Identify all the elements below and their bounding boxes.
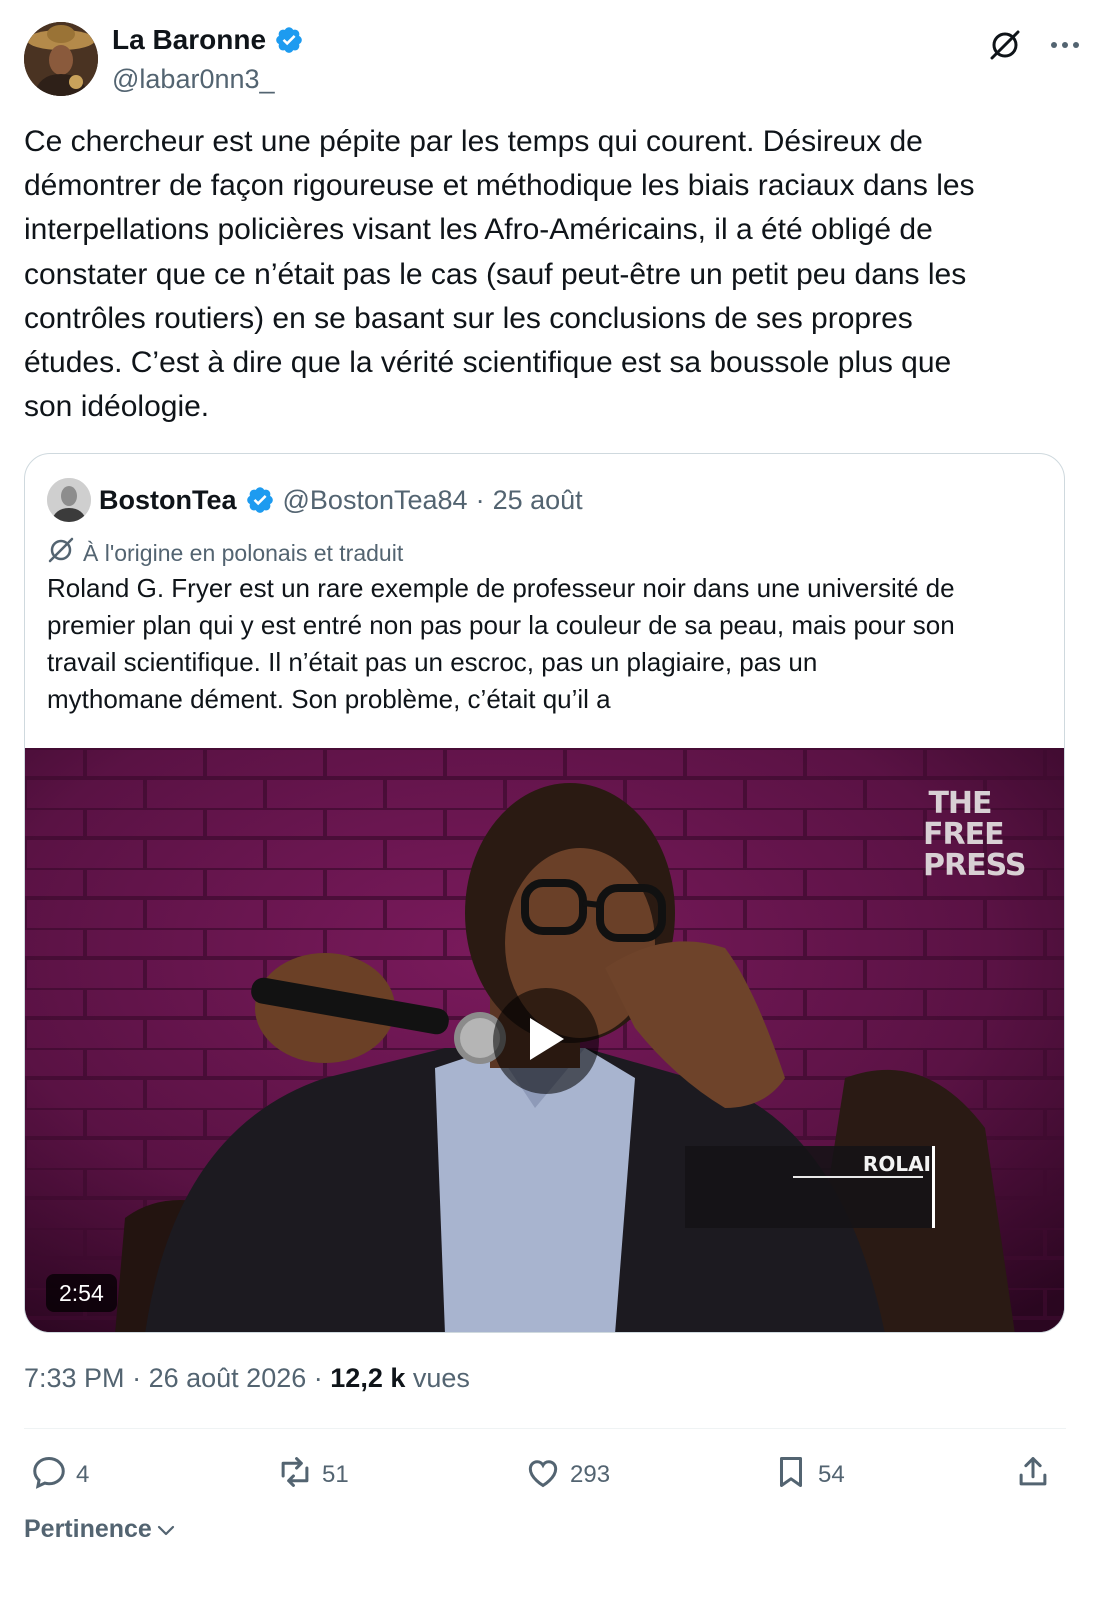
lower-third-label: ROLAI (862, 1152, 931, 1176)
video-duration: 2:54 (46, 1274, 117, 1312)
quoted-verified-badge-icon (245, 485, 275, 515)
heart-icon (524, 1453, 562, 1498)
grok-icon[interactable] (986, 26, 1024, 64)
bookmark-count: 54 (818, 1461, 845, 1488)
more-options-icon[interactable] (1046, 26, 1084, 64)
video-lower-third: ROLAI (685, 1146, 935, 1228)
repost-icon (276, 1453, 314, 1498)
tweet-header: La Baronne @labar0nn3_ (24, 22, 1084, 98)
chevron-down-icon (156, 1515, 176, 1544)
quoted-author-avatar (47, 478, 91, 522)
play-icon (524, 1014, 568, 1069)
divider (24, 1428, 1066, 1429)
quoted-author-name: BostonTea (99, 484, 237, 515)
like-count: 293 (570, 1461, 611, 1488)
share-button[interactable] (1014, 1447, 1052, 1503)
tweet-meta: 7:33 PM · 26 août 2026 · 12,2 k vues (24, 1363, 470, 1394)
quoted-date: 25 août (492, 484, 583, 515)
reply-count: 4 (76, 1461, 90, 1488)
play-button[interactable] (493, 988, 599, 1094)
quoted-text: Roland G. Fryer est un rare exemple de p… (47, 573, 955, 714)
author-avatar[interactable] (24, 22, 98, 96)
reply-sort-dropdown[interactable]: Pertinence (24, 1515, 176, 1544)
reply-button[interactable]: 4 (30, 1447, 89, 1503)
meta-separator: · (313, 1363, 323, 1393)
tweet-date[interactable]: 26 août 2026 (149, 1363, 307, 1393)
reply-icon (30, 1453, 68, 1498)
video-watermark: THE FREE PRESS (923, 786, 1026, 883)
repost-button[interactable]: 51 (276, 1447, 349, 1503)
repost-count: 51 (322, 1461, 349, 1488)
author-display-name[interactable]: La Baronne (112, 24, 266, 56)
meta-separator: · (132, 1363, 142, 1393)
meta-separator: · (475, 484, 485, 515)
translate-icon (47, 536, 75, 570)
tweet-text: Ce chercheur est une pépite par les temp… (24, 125, 975, 424)
bookmark-icon (772, 1453, 810, 1498)
share-icon (1014, 1453, 1052, 1498)
views-count: 12,2 k (330, 1363, 406, 1393)
like-button[interactable]: 293 (524, 1447, 610, 1503)
quoted-tweet[interactable]: BostonTea @BostonTea84 · 25 août À l'ori… (24, 453, 1065, 1333)
bookmark-button[interactable]: 54 (772, 1447, 845, 1503)
author-handle[interactable]: @labar0nn3_ (112, 64, 275, 95)
verified-badge-icon (274, 25, 304, 55)
sort-label: Pertinence (24, 1515, 152, 1543)
video-player[interactable]: THE FREE PRESS ROLAI 2:54 (25, 748, 1064, 1332)
translation-note[interactable]: À l'origine en polonais et traduit (47, 536, 403, 570)
tweet-time[interactable]: 7:33 PM (24, 1363, 125, 1393)
action-bar: 4 51 293 54 (24, 1447, 1066, 1503)
views-label: vues (412, 1363, 470, 1393)
quoted-author-handle: @BostonTea84 (282, 484, 468, 515)
translation-note-label: À l'origine en polonais et traduit (83, 539, 404, 566)
